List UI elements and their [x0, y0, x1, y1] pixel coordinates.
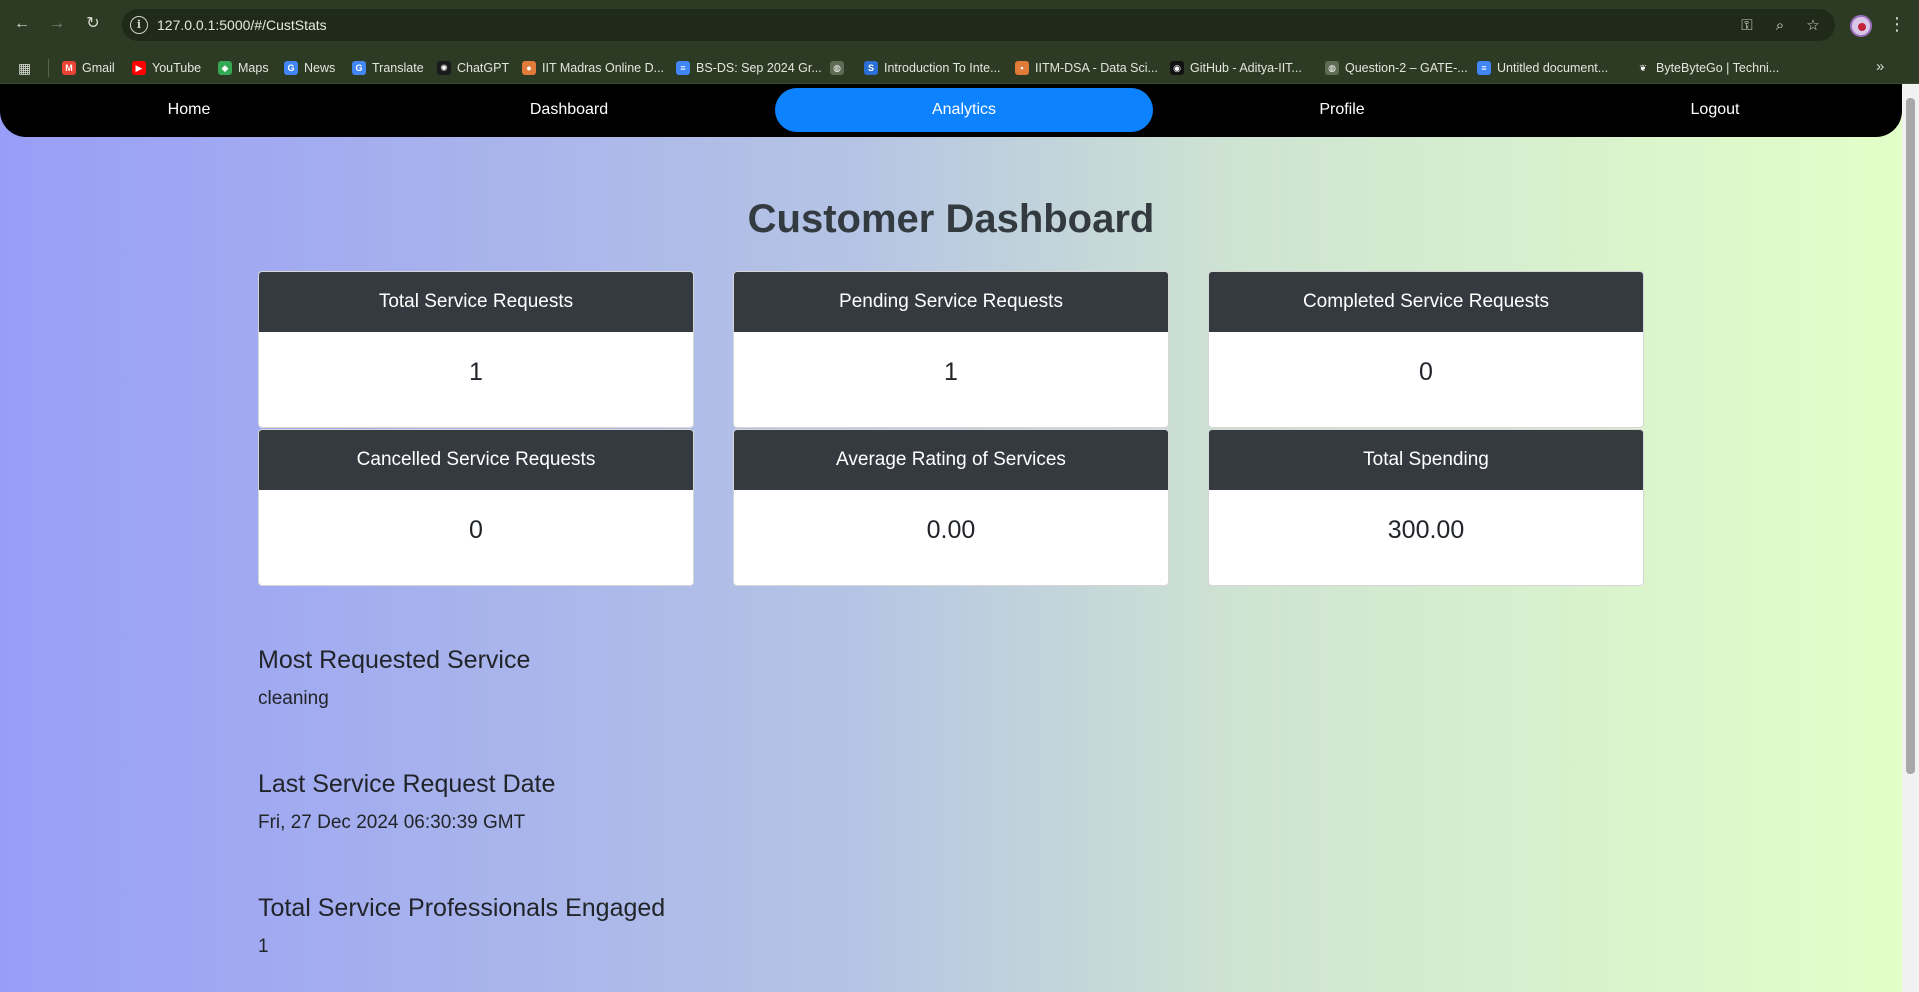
youtube-icon: ▶	[132, 61, 146, 75]
bookmarks-bar: ▦ » M Gmail ▶ YouTube ◆ Maps G News G Translate ✺ C…	[0, 50, 1919, 84]
iitm-icon: ●	[522, 61, 536, 75]
nav-analytics[interactable]: Analytics	[775, 88, 1153, 132]
bookmark-item[interactable]: S Introduction To Inte...	[864, 58, 1001, 78]
bookmark-label: Introduction To Inte...	[884, 61, 1001, 75]
bookmark-star-icon[interactable]: ☆	[1803, 16, 1823, 36]
page-content: Home Dashboard Analytics Profile Logout …	[0, 84, 1902, 992]
browser-menu-icon[interactable]: ⋮	[1888, 14, 1906, 34]
globe-icon: ◍	[1325, 61, 1339, 75]
docs-icon: ≡	[676, 61, 690, 75]
stat-card-value: 0	[1419, 358, 1433, 386]
globe-icon: ◍	[830, 61, 844, 75]
url-text[interactable]: 127.0.0.1:5000/#/CustStats	[157, 17, 327, 33]
browser-toolbar: ← → ↻ i 127.0.0.1:5000/#/CustStats ⚿ ⌕ ☆…	[0, 0, 1919, 50]
dot-icon: •	[1015, 61, 1029, 75]
bytebytego-icon: ❦	[1636, 61, 1650, 75]
stat-card-header: Pending Service Requests	[734, 272, 1168, 332]
most-requested-service-value: cleaning	[258, 688, 329, 709]
bookmark-item[interactable]: ◍ Question-2 – GATE-...	[1325, 58, 1468, 78]
bookmark-item[interactable]: ● IIT Madras Online D...	[522, 58, 664, 78]
page-scrollbar[interactable]	[1902, 84, 1919, 992]
most-requested-service-heading: Most Requested Service	[258, 646, 531, 674]
nav-profile[interactable]: Profile	[1153, 88, 1531, 132]
bookmark-label: Translate	[372, 61, 424, 75]
bookmark-item[interactable]: ✺ ChatGPT	[437, 58, 509, 78]
reload-icon[interactable]: ↻	[82, 13, 104, 35]
nav-dashboard[interactable]: Dashboard	[380, 88, 758, 132]
stat-card-average-rating: Average Rating of Services 0.00	[733, 429, 1169, 586]
stat-card-value: 0	[469, 516, 483, 544]
bookmark-label: GitHub - Aditya-IIT...	[1190, 61, 1302, 75]
chatgpt-icon: ✺	[437, 61, 451, 75]
apps-grid-icon[interactable]: ▦	[18, 60, 34, 76]
docs-icon: ≡	[1477, 61, 1491, 75]
last-request-date-value: Fri, 27 Dec 2024 06:30:39 GMT	[258, 812, 526, 833]
page-title: Customer Dashboard	[747, 197, 1155, 241]
nav-logout[interactable]: Logout	[1526, 88, 1902, 132]
bookmark-item[interactable]: M Gmail	[62, 58, 115, 78]
bookmark-item[interactable]: ◉ GitHub - Aditya-IIT...	[1170, 58, 1302, 78]
bookmark-label: ByteByteGo | Techni...	[1656, 61, 1780, 75]
bookmark-item[interactable]: ▶ YouTube	[132, 58, 201, 78]
bookmark-item[interactable]: • IITM-DSA - Data Sci...	[1015, 58, 1158, 78]
bookmarks-divider	[48, 59, 49, 77]
bookmark-item[interactable]: ◍	[830, 58, 844, 78]
stat-card-completed: Completed Service Requests 0	[1208, 271, 1644, 428]
professionals-engaged-value: 1	[258, 936, 269, 957]
stat-card-cancelled: Cancelled Service Requests 0	[258, 429, 694, 586]
stat-card-value: 300.00	[1387, 516, 1465, 544]
bookmark-label: IIT Madras Online D...	[542, 61, 665, 75]
bookmark-label: Untitled document...	[1497, 61, 1609, 75]
bookmark-label: ChatGPT	[457, 61, 510, 75]
maps-icon: ◆	[218, 61, 232, 75]
site-info-icon[interactable]: i	[130, 16, 148, 34]
translate-icon: G	[352, 61, 366, 75]
stat-card-header: Total Spending	[1209, 430, 1643, 490]
bookmark-label: BS-DS: Sep 2024 Gr...	[696, 61, 822, 75]
swayam-icon: S	[864, 61, 878, 75]
stat-card-total: Total Service Requests 1	[258, 271, 694, 428]
bookmark-label: IITM-DSA - Data Sci...	[1035, 61, 1158, 75]
back-arrow-icon[interactable]: ←	[11, 13, 33, 35]
nav-home[interactable]: Home	[0, 88, 378, 132]
gmail-icon: M	[62, 61, 76, 75]
stat-card-header: Completed Service Requests	[1209, 272, 1643, 332]
bookmark-item[interactable]: G Translate	[352, 58, 424, 78]
stat-card-pending: Pending Service Requests 1	[733, 271, 1169, 428]
bookmark-label: Maps	[238, 61, 269, 75]
forward-arrow-icon[interactable]: →	[46, 13, 68, 35]
scrollbar-thumb[interactable]	[1906, 98, 1915, 774]
more-bookmarks-icon[interactable]: »	[1876, 58, 1884, 75]
news-icon: G	[284, 61, 298, 75]
profile-avatar[interactable]	[1850, 15, 1872, 37]
bookmark-item[interactable]: ≡ BS-DS: Sep 2024 Gr...	[676, 58, 822, 78]
zoom-icon[interactable]: ⌕	[1770, 16, 1790, 36]
bookmark-item[interactable]: G News	[284, 58, 335, 78]
bookmark-item[interactable]: ❦ ByteByteGo | Techni...	[1636, 58, 1779, 78]
stat-card-total-spending: Total Spending 300.00	[1208, 429, 1644, 586]
app-navbar: Home Dashboard Analytics Profile Logout	[0, 84, 1902, 137]
password-key-icon[interactable]: ⚿	[1737, 16, 1757, 36]
stat-card-header: Total Service Requests	[259, 272, 693, 332]
bookmark-item[interactable]: ≡ Untitled document...	[1477, 58, 1608, 78]
stat-card-header: Cancelled Service Requests	[259, 430, 693, 490]
stat-card-value: 1	[469, 358, 483, 386]
stat-card-value: 0.00	[926, 516, 976, 544]
address-bar[interactable]: i 127.0.0.1:5000/#/CustStats	[122, 9, 1835, 41]
stat-card-header: Average Rating of Services	[734, 430, 1168, 490]
bookmark-label: YouTube	[152, 61, 202, 75]
professionals-engaged-heading: Total Service Professionals Engaged	[258, 894, 666, 922]
last-request-date-heading: Last Service Request Date	[258, 770, 556, 798]
bookmark-label: Question-2 – GATE-...	[1345, 61, 1468, 75]
github-icon: ◉	[1170, 61, 1184, 75]
bookmark-label: Gmail	[82, 61, 115, 75]
bookmark-item[interactable]: ◆ Maps	[218, 58, 269, 78]
bookmark-label: News	[304, 61, 336, 75]
stat-card-value: 1	[944, 358, 958, 386]
